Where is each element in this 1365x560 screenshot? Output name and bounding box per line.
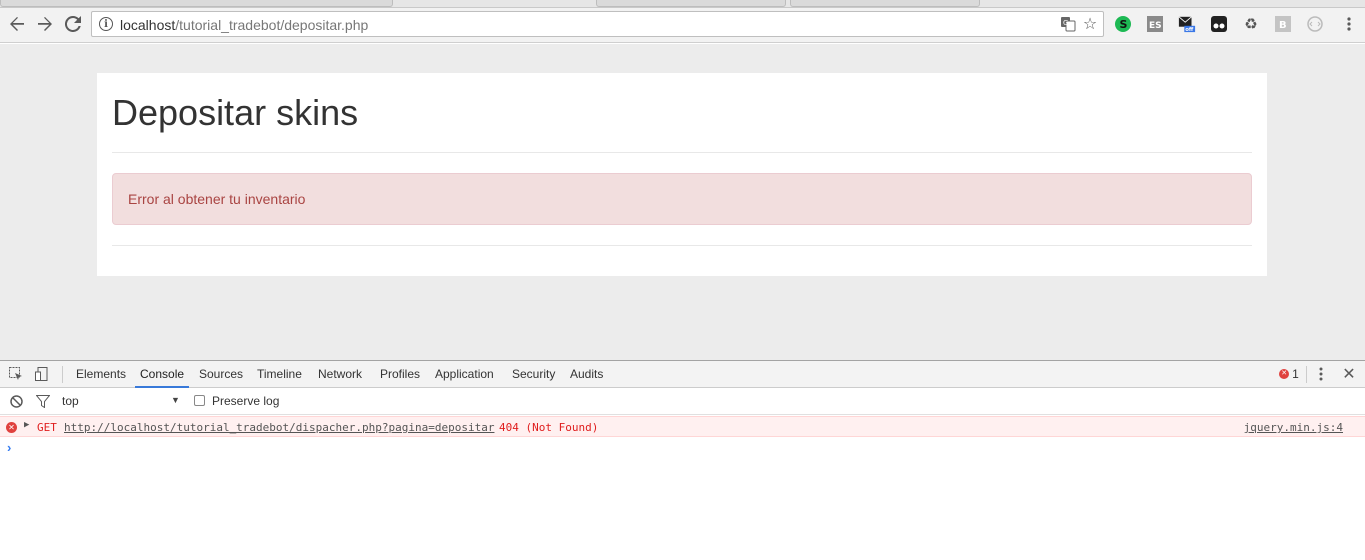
svg-text:S: S [1120, 18, 1128, 31]
error-url-link[interactable]: http://localhost/tutorial_tradebot/dispa… [64, 421, 494, 434]
tab-sources[interactable]: Sources [199, 361, 243, 388]
tampermonkey-extension-icon[interactable] [1210, 15, 1228, 33]
tab-network[interactable]: Network [318, 361, 362, 388]
page-title: Depositar skins [112, 92, 359, 133]
svg-text:off: off [1185, 27, 1194, 33]
error-icon: ✕ [6, 422, 17, 433]
reload-icon[interactable] [61, 12, 85, 36]
s-extension-icon[interactable]: S [1114, 15, 1132, 33]
tab-security[interactable]: Security [512, 361, 555, 388]
divider [62, 366, 63, 383]
b-extension-icon[interactable]: B [1274, 15, 1292, 33]
page-viewport: Depositar skins Error al obtener tu inve… [0, 44, 1365, 360]
error-method: GET [37, 421, 57, 434]
console-toolbar: top ▼ Preserve log [0, 388, 1365, 415]
context-selector[interactable]: top [62, 394, 79, 408]
tab-console[interactable]: Console [135, 361, 190, 388]
divider [112, 245, 1252, 246]
error-alert: Error al obtener tu inventario [112, 173, 1252, 225]
devtools-tab-bar: Elements Console Sources Timeline Networ… [0, 361, 1365, 388]
console-prompt[interactable]: › [7, 440, 11, 455]
clear-console-icon[interactable] [8, 393, 24, 409]
error-icon: ✕ [1279, 369, 1290, 379]
filter-icon[interactable] [35, 393, 51, 409]
address-bar[interactable]: i localhost/tutorial_tradebot/depositar.… [91, 11, 1104, 37]
divider [1306, 366, 1307, 383]
error-count: 1 [1292, 367, 1299, 381]
tab-elements[interactable]: Elements [76, 361, 126, 388]
inspect-element-icon[interactable] [8, 366, 24, 382]
error-status: 404 (Not Found) [499, 421, 599, 434]
close-icon[interactable]: ✕ [1341, 366, 1357, 383]
error-count-badge[interactable]: ✕ 1 [1276, 366, 1302, 382]
browser-tab[interactable] [790, 0, 980, 7]
preserve-log-label: Preserve log [212, 394, 280, 408]
console-error-message: ✕ ▶ GET http://localhost/tutorial_tradeb… [0, 416, 1365, 437]
preserve-log-checkbox[interactable] [194, 395, 205, 406]
svg-text:G: G [1063, 19, 1068, 27]
mail-off-extension-icon[interactable]: off [1178, 15, 1196, 33]
translate-icon[interactable]: G [1059, 15, 1077, 33]
chevron-down-icon[interactable]: ▼ [171, 395, 180, 405]
recycle-extension-icon[interactable]: ♻ [1242, 15, 1260, 33]
svg-text:B: B [1279, 20, 1287, 31]
circle-extension-icon[interactable] [1306, 15, 1324, 33]
content-panel: Depositar skins Error al obtener tu inve… [97, 73, 1267, 276]
tab-timeline[interactable]: Timeline [257, 361, 302, 388]
browser-tab[interactable] [0, 0, 393, 7]
es-extension-icon[interactable]: ES [1146, 15, 1164, 33]
error-alert-text: Error al obtener tu inventario [128, 191, 306, 207]
browser-tab[interactable] [596, 0, 786, 7]
chrome-menu-icon[interactable] [1340, 15, 1358, 33]
back-icon[interactable] [5, 12, 29, 36]
svg-text:ES: ES [1149, 21, 1162, 31]
star-icon[interactable]: ☆ [1081, 15, 1099, 33]
browser-tab-strip [0, 0, 1365, 8]
error-source-link[interactable]: jquery.min.js:4 [1244, 421, 1343, 434]
expand-triangle-icon[interactable]: ▶ [24, 420, 29, 430]
tab-audits[interactable]: Audits [570, 361, 603, 388]
divider [112, 152, 1252, 153]
devtools-menu-icon[interactable] [1313, 366, 1329, 382]
devtools-panel: Elements Console Sources Timeline Networ… [0, 360, 1365, 560]
device-toolbar-icon[interactable] [34, 366, 50, 382]
url-text: localhost/tutorial_tradebot/depositar.ph… [120, 17, 369, 33]
tab-profiles[interactable]: Profiles [380, 361, 420, 388]
tab-application[interactable]: Application [435, 361, 494, 388]
browser-toolbar: i localhost/tutorial_tradebot/depositar.… [0, 8, 1365, 43]
forward-icon[interactable] [33, 12, 57, 36]
info-icon[interactable]: i [99, 17, 113, 31]
